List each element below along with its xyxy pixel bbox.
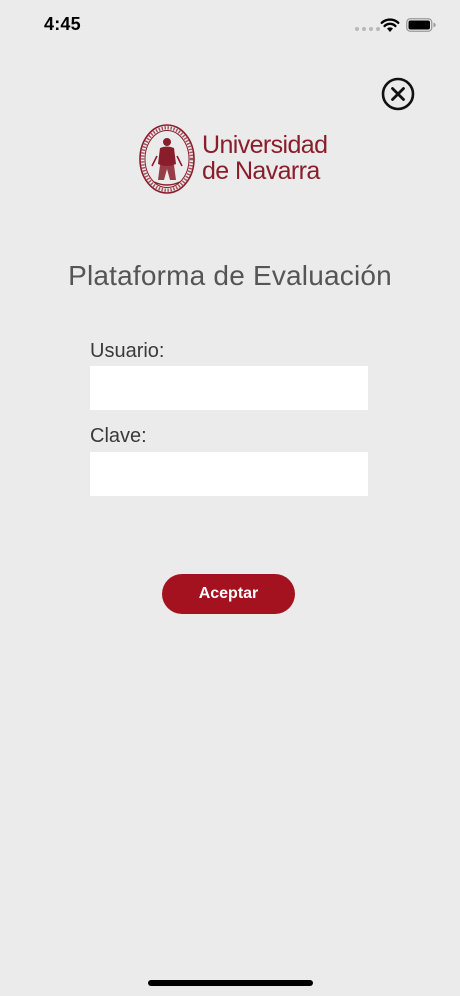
status-bar: 4:45 — [0, 0, 460, 50]
university-seal-icon — [139, 124, 195, 194]
accept-button[interactable]: Aceptar — [162, 574, 295, 614]
user-input[interactable] — [90, 366, 368, 410]
university-logo: Universidad de Navarra — [138, 122, 328, 196]
wifi-icon — [380, 18, 400, 32]
close-button[interactable] — [381, 77, 415, 111]
logo-wordmark: Universidad de Navarra — [202, 131, 328, 185]
battery-icon — [406, 18, 436, 32]
password-input[interactable] — [90, 452, 368, 496]
home-indicator — [148, 980, 313, 986]
user-label: Usuario: — [90, 340, 165, 362]
page-title: Plataforma de Evaluación — [68, 260, 392, 291]
password-label: Clave: — [90, 425, 147, 447]
logo-line-1: Universidad — [202, 131, 328, 159]
cellular-signal-icon — [355, 27, 380, 31]
logo-line-2: de Navarra — [202, 157, 320, 185]
status-time: 4:45 — [44, 14, 81, 34]
